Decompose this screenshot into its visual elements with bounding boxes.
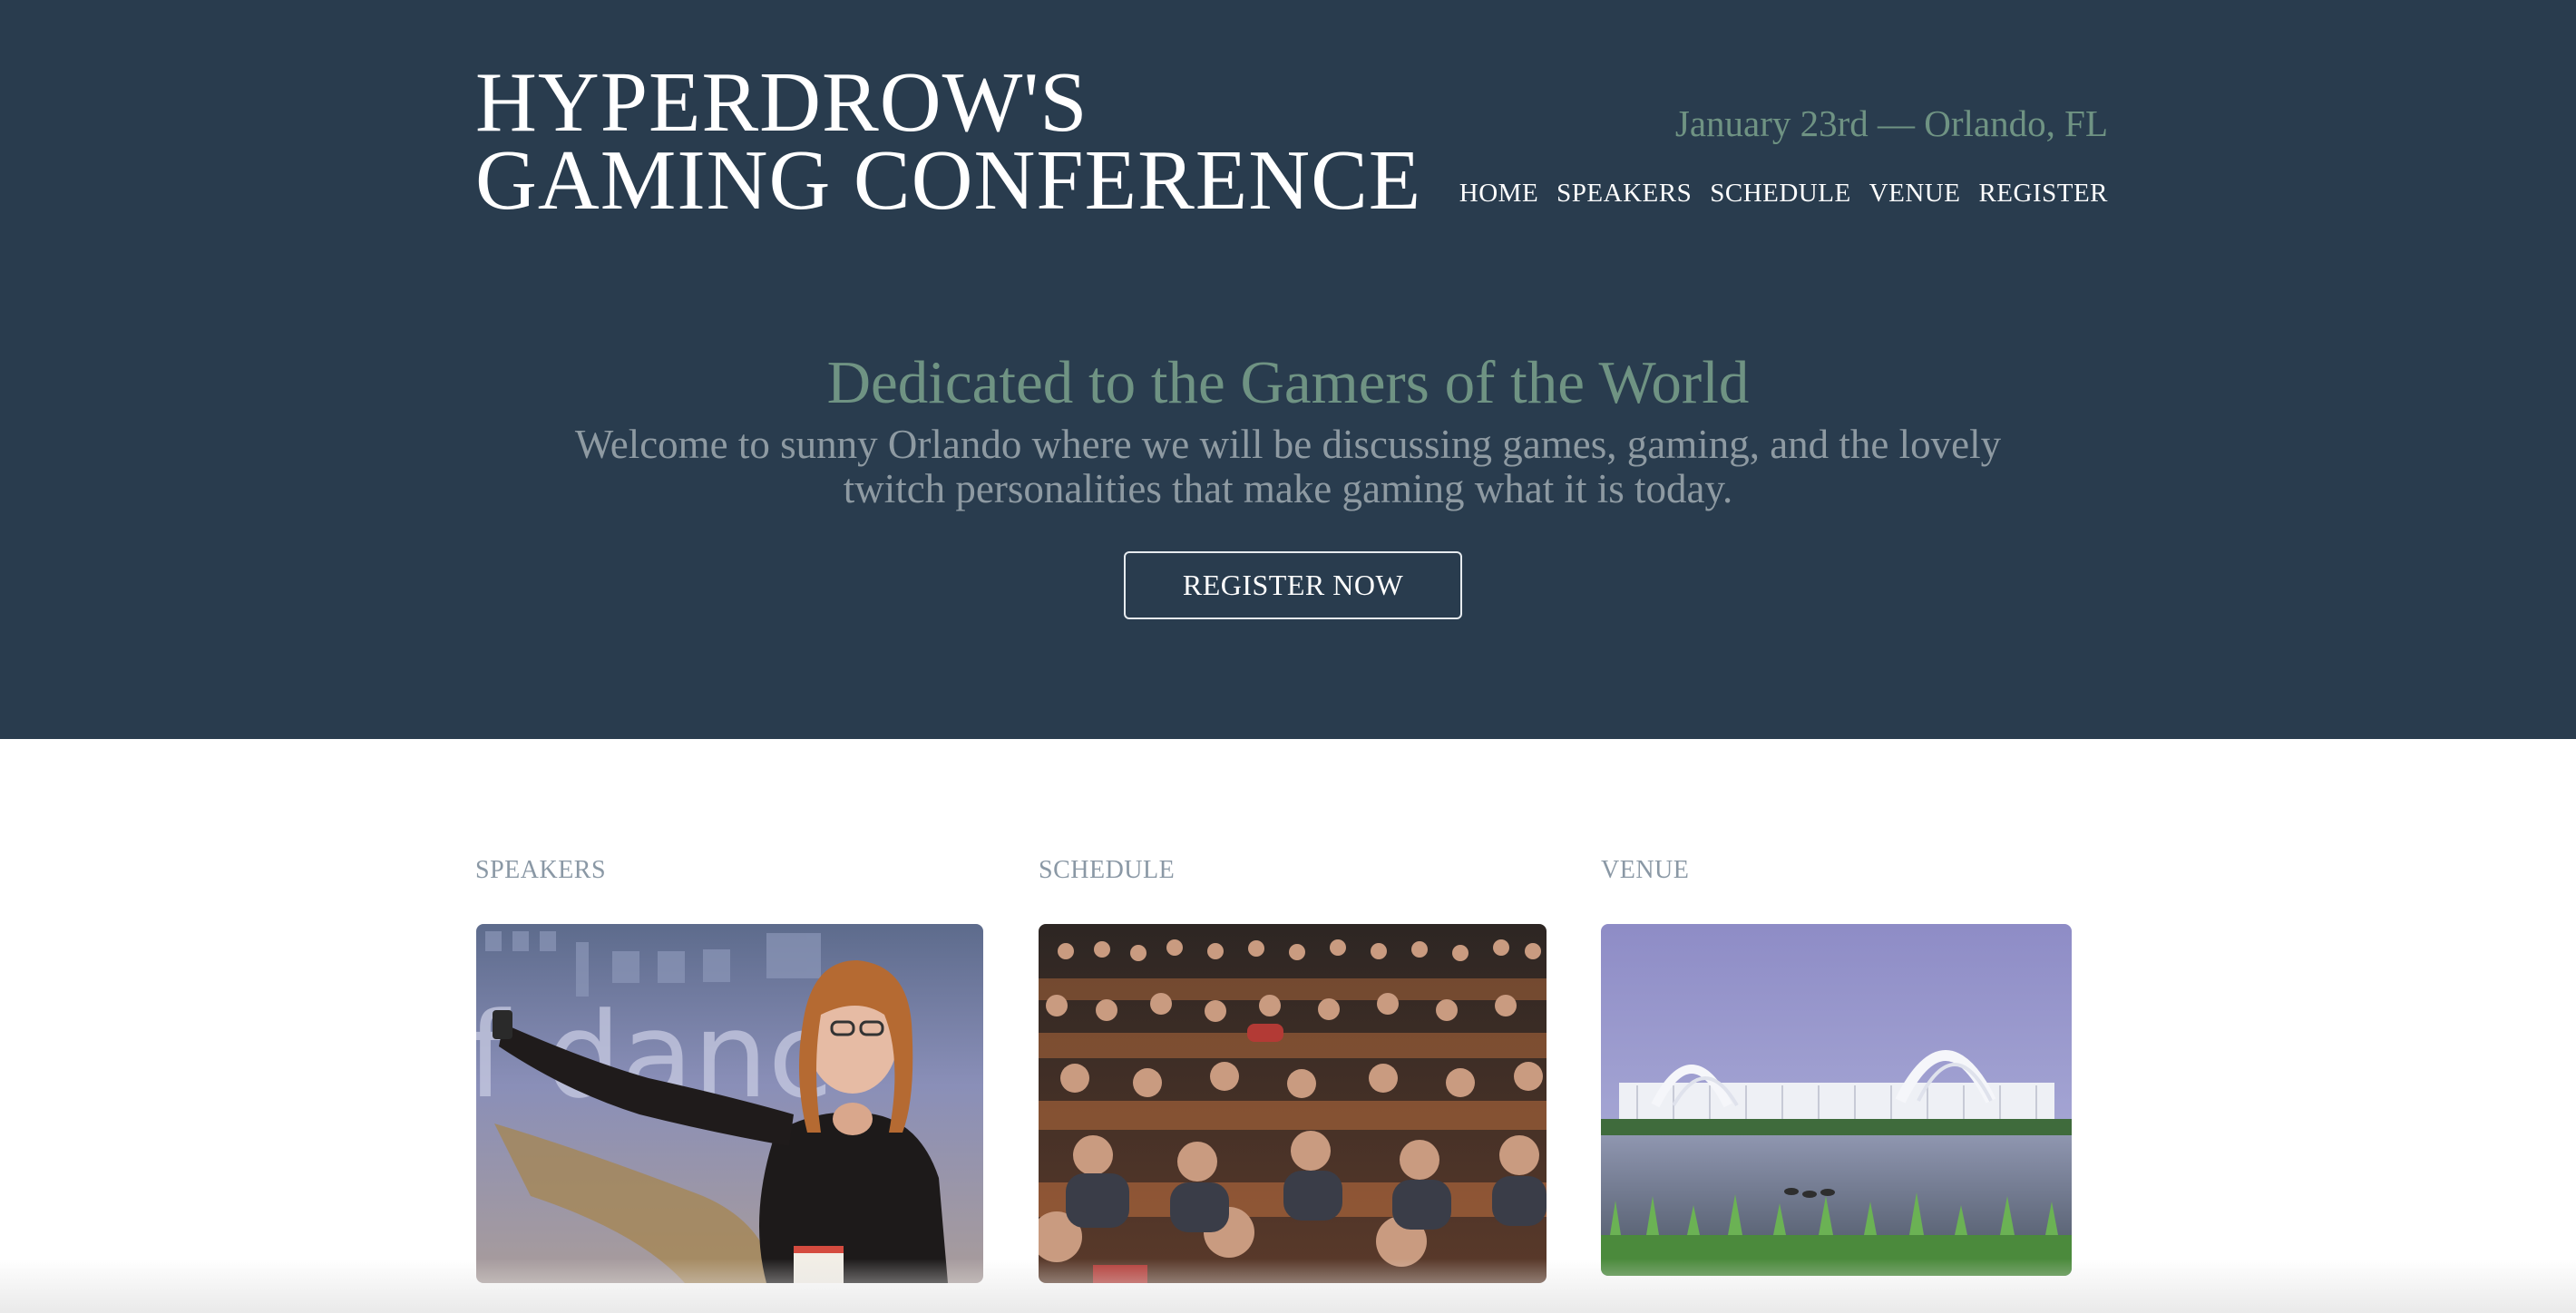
speakers-image[interactable]: f danc [476, 924, 983, 1283]
hero-banner: HYPERDROW'S GAMING CONFERENCE January 23… [0, 0, 2576, 739]
hero-welcome-text: Welcome to sunny Orlando where we will b… [574, 422, 2002, 511]
site-title-line-2: GAMING CONFERENCE [475, 133, 1422, 228]
schedule-image[interactable] [1039, 924, 1547, 1283]
main-nav: HOME SPEAKERS SCHEDULE VENUE REGISTER [1459, 175, 2108, 211]
schedule-heading: SCHEDULE [1039, 856, 1176, 884]
event-date-location: January 23rd — Orlando, FL [1674, 102, 2108, 144]
venue-heading: VENUE [1601, 856, 1690, 884]
site-title-line-1: HYPERDROW'S [475, 55, 1088, 150]
nav-schedule-link[interactable]: SCHEDULE [1710, 175, 1850, 211]
hero-tagline: Dedicated to the Gamers of the World [826, 349, 1750, 416]
nav-speakers-link[interactable]: SPEAKERS [1556, 175, 1692, 211]
nav-venue-link[interactable]: VENUE [1869, 175, 1961, 211]
nav-register-link[interactable]: REGISTER [1978, 175, 2108, 211]
convention-center-photo [1601, 924, 2072, 1276]
register-now-button[interactable]: REGISTER NOW [1124, 551, 1462, 619]
site-title[interactable]: HYPERDROW'S GAMING CONFERENCE [475, 55, 1422, 228]
speaker-presenting-photo: f danc [476, 924, 983, 1283]
nav-home-link[interactable]: HOME [1459, 175, 1538, 211]
speakers-heading: SPEAKERS [475, 856, 607, 884]
audience-seated-photo [1039, 924, 1547, 1283]
venue-image[interactable] [1601, 924, 2072, 1276]
